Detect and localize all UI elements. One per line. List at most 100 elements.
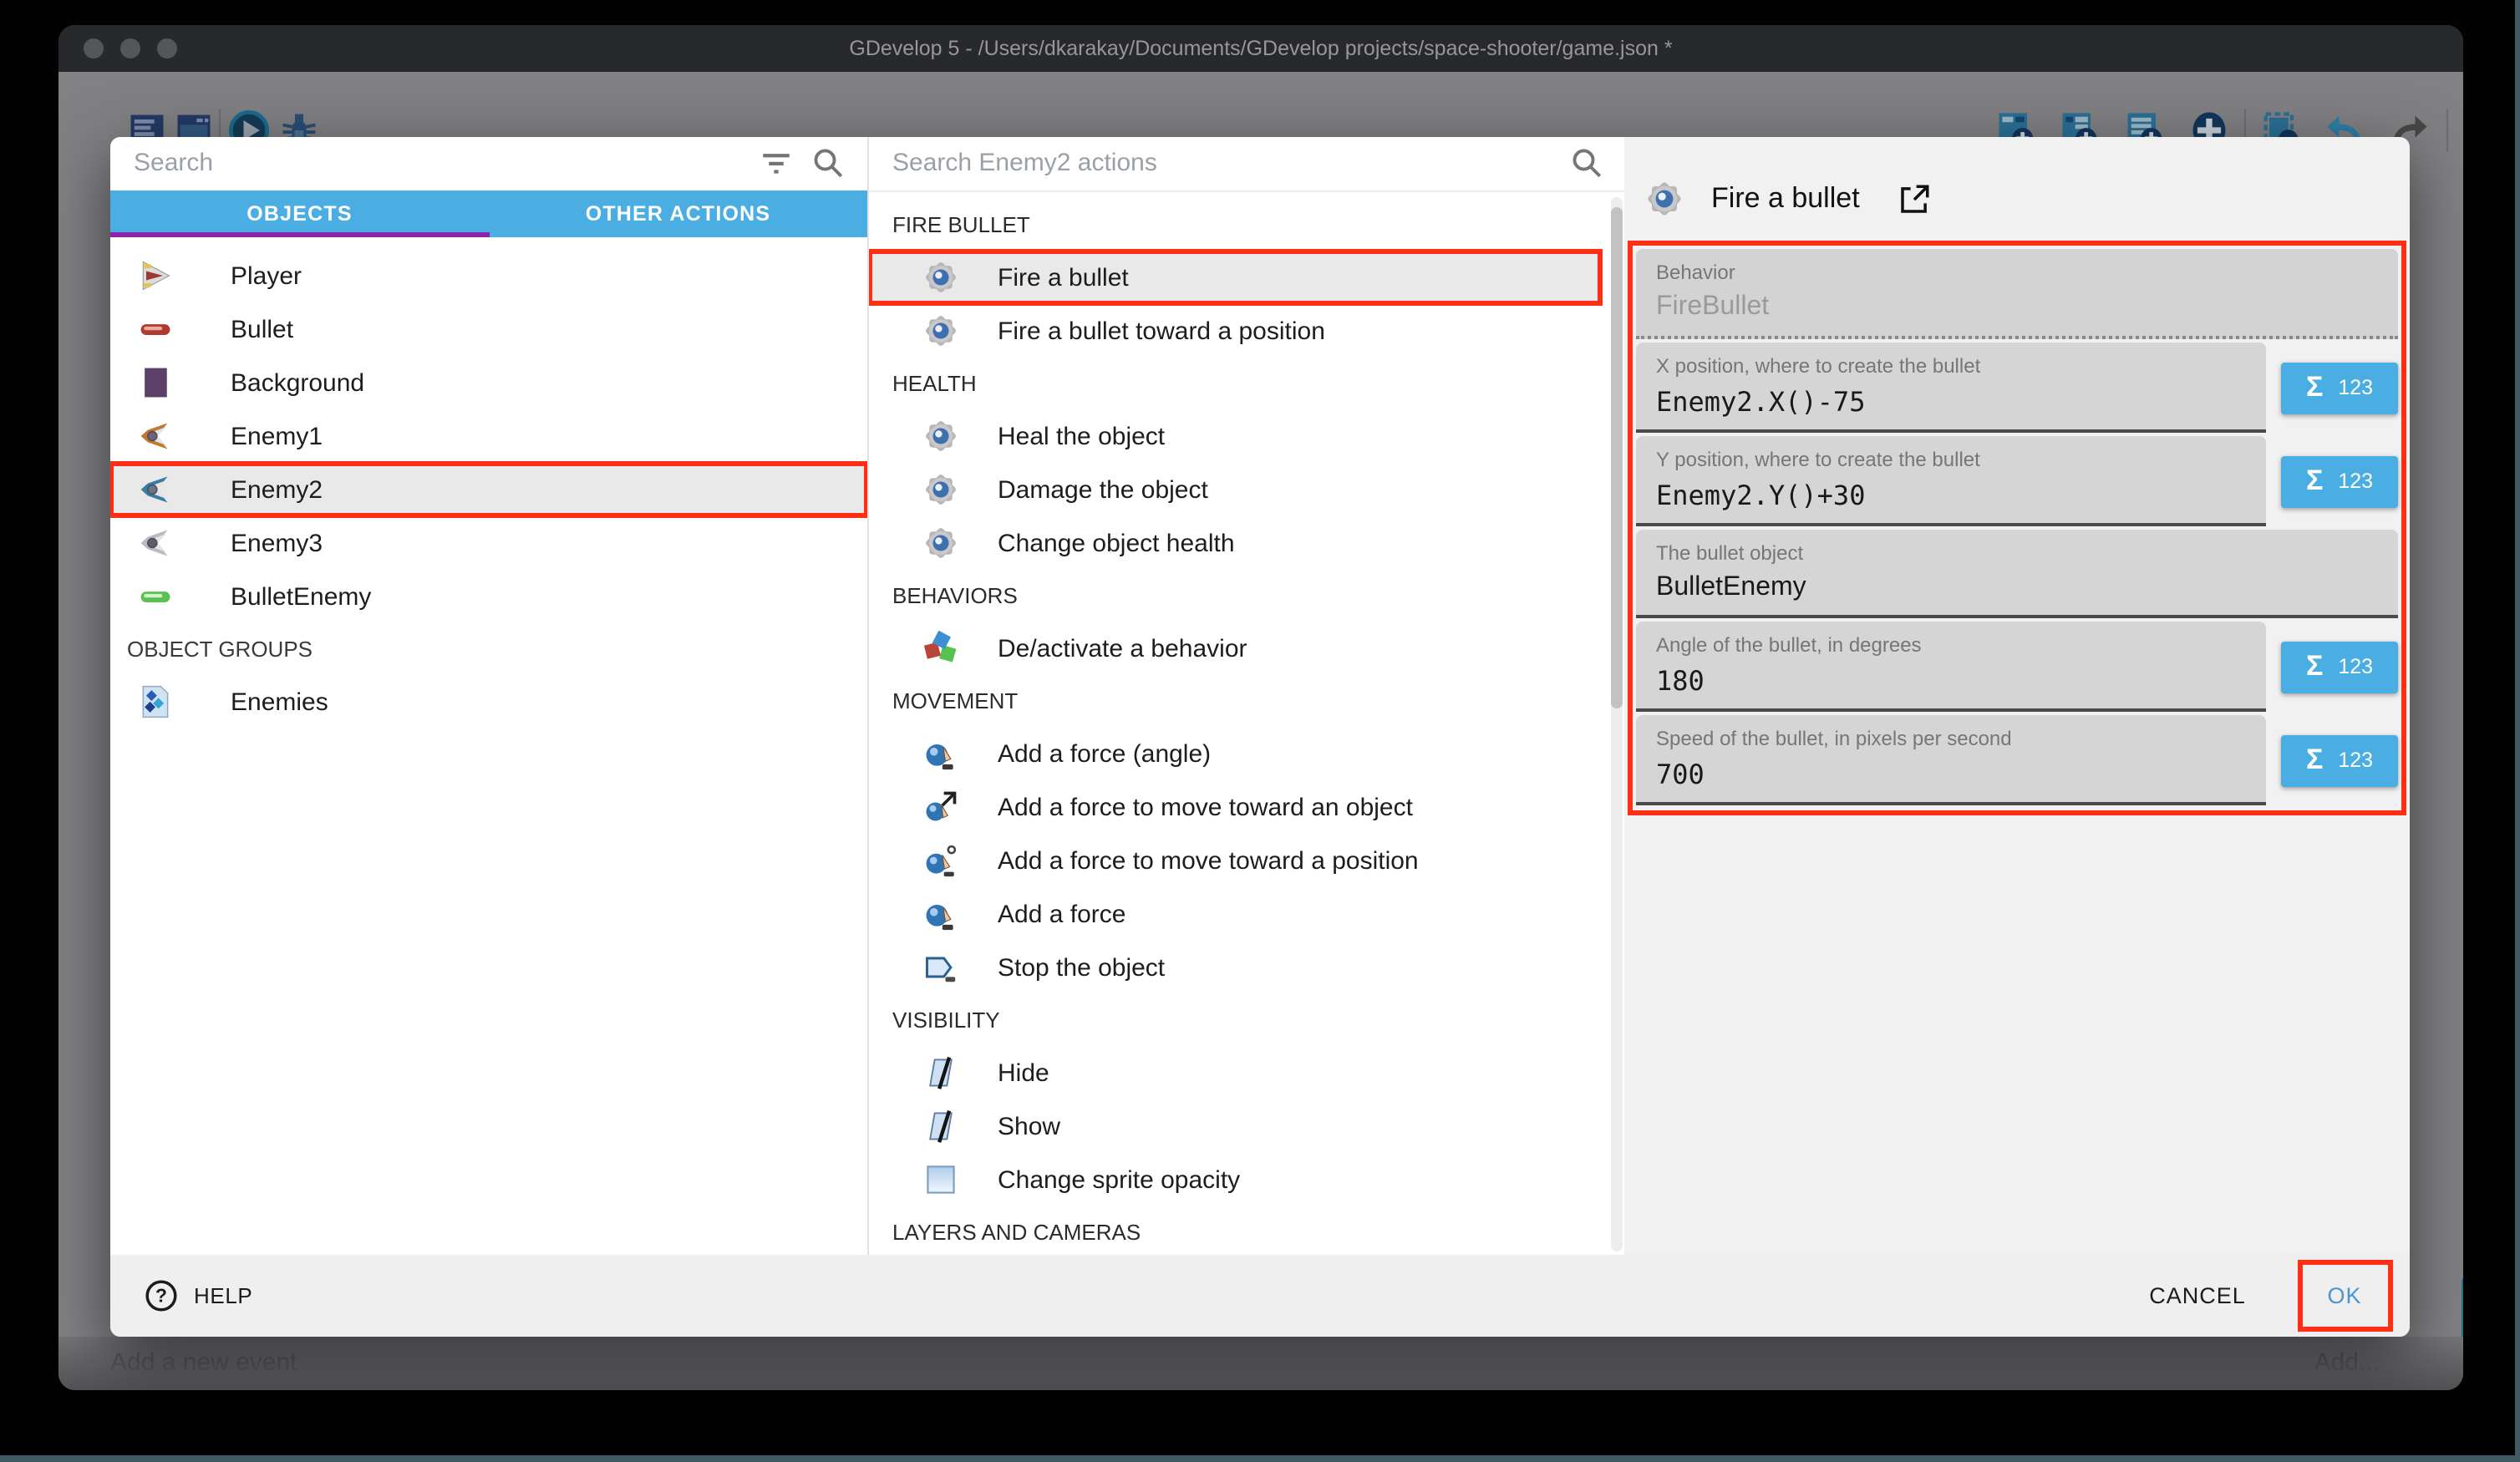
action-row[interactable]: Change sprite opacity [869, 1153, 1601, 1206]
object-row-player[interactable]: Player [110, 249, 867, 302]
search-icon[interactable] [810, 145, 846, 180]
object-label: BulletEnemy [231, 582, 371, 611]
parameter-field[interactable]: Speed of the bullet, in pixels per secon… [1636, 715, 2266, 805]
action-label: Change object health [998, 529, 1235, 557]
bullet-enemy-icon [137, 578, 174, 615]
gear-icon [922, 471, 959, 508]
action-row[interactable]: Add a force to move toward an object [869, 780, 1601, 834]
minimize-window-button[interactable] [120, 38, 140, 58]
cancel-button[interactable]: CANCEL [2132, 1255, 2263, 1337]
parameters-panel: Fire a bullet BehaviorFireBulletX positi… [1624, 137, 2410, 1255]
action-section-header: MOVEMENT [869, 675, 1624, 727]
object-row-enemy1[interactable]: Enemy1 [110, 409, 867, 463]
tab-other-actions[interactable]: OTHER ACTIONS [489, 190, 867, 237]
search-icon[interactable] [1569, 145, 1604, 180]
digits-icon: 123 [2338, 470, 2373, 493]
action-label: Add a force (angle) [998, 739, 1211, 768]
field-value: Enemy2.X()-75 [1656, 386, 2246, 418]
action-row[interactable]: Change object health [869, 516, 1601, 570]
gear-icon [1644, 179, 1684, 219]
screen: GDevelop 5 - /Users/dkarakay/Documents/G… [0, 0, 2520, 1462]
expression-editor-button[interactable]: Σ 123 [2281, 455, 2398, 507]
actions-panel: Search Enemy2 actions FIRE BULLETFire a … [867, 137, 1624, 1255]
object-row-enemy3[interactable]: Enemy3 [110, 516, 867, 570]
events-bottom-bar: Add a new event Add... [58, 1337, 2463, 1390]
objects-list: Player BulletBackgroundEnemy1Enemy2 Enemy3… [110, 237, 867, 1255]
object-row-bullet[interactable]: Bullet [110, 302, 867, 356]
titlebar: GDevelop 5 - /Users/dkarakay/Documents/G… [58, 25, 2463, 72]
parameter-field[interactable]: The bullet object BulletEnemy [1636, 530, 2398, 618]
close-window-button[interactable] [84, 38, 104, 58]
object-label: Enemy3 [231, 529, 323, 557]
parameter-row: Speed of the bullet, in pixels per secon… [1636, 715, 2398, 805]
action-header: Fire a bullet [1644, 177, 1932, 221]
maximize-window-button[interactable] [157, 38, 177, 58]
action-row[interactable]: Fire a bullet [869, 251, 1601, 304]
gear-icon [922, 418, 959, 454]
enemy3-ship-icon [137, 525, 174, 561]
group-row-enemies[interactable]: Enemies [110, 675, 867, 728]
expression-editor-button[interactable]: Σ123 [2281, 362, 2398, 414]
parameter-row: Y position, where to create the bulletEn… [1636, 436, 2398, 526]
actions-scrollbar-thumb[interactable] [1611, 207, 1623, 708]
sigma-icon: Σ [2306, 371, 2323, 404]
gear-icon [922, 312, 959, 349]
add-more-label: Add... [2314, 1348, 2380, 1377]
action-row[interactable]: Add a force (angle) [869, 727, 1601, 780]
parameter-row: Angle of the bullet, in degrees180 Σ123 [1636, 622, 2398, 712]
sigma-icon: Σ [2306, 464, 2323, 498]
desktop-edge [2515, 0, 2520, 1462]
field-value: 180 [1656, 665, 2246, 697]
object-row-enemy2[interactable]: Enemy2 [110, 463, 867, 516]
sigma-icon: Σ [2306, 744, 2323, 777]
show-icon [922, 1108, 959, 1145]
filter-icon[interactable] [759, 145, 794, 180]
action-label: Hide [998, 1058, 1049, 1087]
external-link-icon[interactable] [1897, 181, 1932, 216]
toolbar-search-icon[interactable] [2462, 109, 2463, 152]
action-row[interactable]: Damage the object [869, 463, 1601, 516]
field-label: The bullet object [1656, 541, 2378, 565]
action-row[interactable]: Add a force [869, 887, 1601, 941]
action-row[interactable]: De/activate a behavior [869, 622, 1601, 675]
parameter-field[interactable]: Y position, where to create the bulletEn… [1636, 436, 2266, 526]
object-label: Player [231, 261, 302, 290]
field-value: BulletEnemy [1656, 573, 2378, 603]
action-row[interactable]: Stop the object [869, 941, 1601, 994]
action-section-header: FIRE BULLET [869, 199, 1624, 251]
objects-search-input[interactable]: Search [110, 137, 867, 190]
digits-icon: 123 [2338, 655, 2373, 678]
action-row[interactable]: Fire a bullet toward a position [869, 304, 1601, 358]
enemy2-ship-icon [137, 471, 174, 508]
force-toward-position-icon [922, 842, 959, 879]
action-label: Change sprite opacity [998, 1165, 1240, 1194]
gear-icon [922, 525, 959, 561]
actions-search-placeholder: Search Enemy2 actions [892, 149, 1157, 177]
actions-search-input[interactable]: Search Enemy2 actions [869, 137, 1624, 190]
stop-icon [922, 949, 959, 986]
action-row[interactable]: Heal the object [869, 409, 1601, 463]
expression-editor-button[interactable]: Σ123 [2281, 641, 2398, 693]
help-button[interactable]: ? HELP [144, 1255, 252, 1337]
action-row[interactable]: Show [869, 1099, 1601, 1153]
action-section-header: VISIBILITY [869, 994, 1624, 1046]
tab-objects[interactable]: OBJECTS [110, 190, 489, 237]
field-value: Enemy2.Y()+30 [1656, 480, 2246, 511]
object-row-background[interactable]: Background [110, 356, 867, 409]
help-label: HELP [194, 1283, 252, 1308]
parameter-field[interactable]: X position, where to create the bulletEn… [1636, 343, 2266, 433]
field-label: Behavior [1656, 261, 2378, 284]
expression-editor-button[interactable]: Σ 123 [2281, 734, 2398, 786]
action-row[interactable]: Add a force to move toward a position [869, 834, 1601, 887]
action-row[interactable]: Hide [869, 1046, 1601, 1099]
object-row-bulletenemy[interactable]: BulletEnemy [110, 570, 867, 623]
behavior-field[interactable]: BehaviorFireBullet [1636, 249, 2398, 339]
parameter-row: X position, where to create the bulletEn… [1636, 343, 2398, 433]
digits-icon: 123 [2338, 749, 2373, 772]
action-label: Add a force to move toward an object [998, 793, 1413, 821]
parameter-row: The bullet object BulletEnemy [1636, 530, 2398, 618]
add-new-event-label: Add a new event [110, 1348, 297, 1377]
action-editor-dialog: Search OBJECTS OTHER ACTIONS Player Bulle… [110, 137, 2410, 1337]
actions-list: FIRE BULLETFire a bulletFire a bullet to… [869, 190, 1624, 1255]
parameter-field[interactable]: Angle of the bullet, in degrees180 [1636, 622, 2266, 712]
